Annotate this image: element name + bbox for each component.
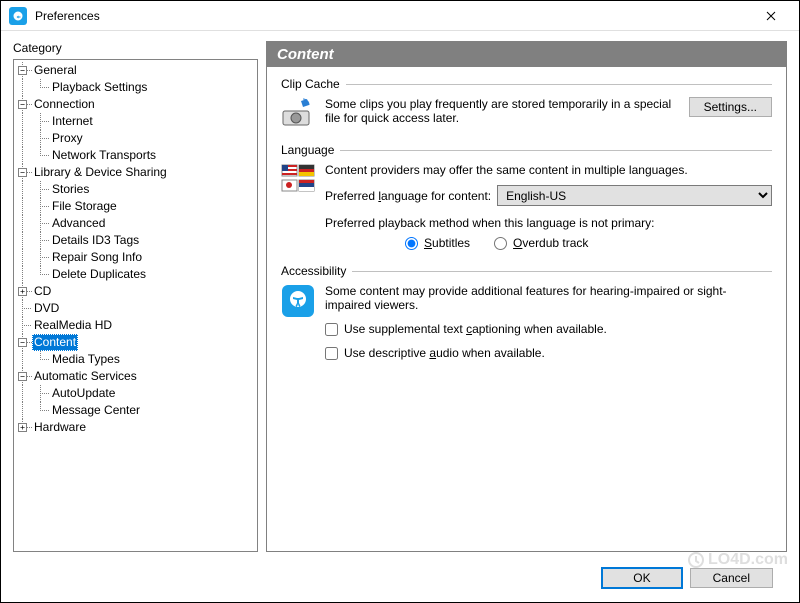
expander-icon[interactable]: + bbox=[18, 287, 27, 296]
clip-cache-text: Some clips you play frequently are store… bbox=[325, 97, 679, 125]
accessibility-group-label: Accessibility bbox=[281, 264, 346, 278]
category-label: Category bbox=[13, 41, 258, 55]
tree-proxy[interactable]: Proxy bbox=[50, 130, 85, 147]
language-group-label: Language bbox=[281, 143, 334, 157]
tree-library-sharing[interactable]: Library & Device Sharing bbox=[32, 164, 169, 181]
tree-file-storage[interactable]: File Storage bbox=[50, 198, 119, 215]
captioning-checkbox[interactable]: Use supplemental text captioning when av… bbox=[325, 322, 772, 336]
preferred-language-select[interactable]: English-US bbox=[497, 185, 772, 206]
accessibility-text: Some content may provide additional feat… bbox=[325, 284, 772, 312]
ok-button[interactable]: OK bbox=[602, 568, 681, 588]
clip-cache-settings-button[interactable]: Settings... bbox=[689, 97, 772, 117]
content-panel: Content Clip Cache Some clips you play bbox=[266, 41, 787, 552]
clip-cache-group-label: Clip Cache bbox=[281, 77, 340, 91]
expander-icon[interactable]: − bbox=[18, 338, 27, 347]
tree-details-id3[interactable]: Details ID3 Tags bbox=[50, 232, 141, 249]
app-icon bbox=[9, 7, 27, 25]
tree-repair-song[interactable]: Repair Song Info bbox=[50, 249, 144, 266]
close-button[interactable] bbox=[751, 2, 791, 30]
expander-icon[interactable]: − bbox=[18, 100, 27, 109]
subtitles-radio[interactable]: Subtitles bbox=[405, 236, 470, 250]
titlebar: Preferences bbox=[1, 1, 799, 31]
panel-title: Content bbox=[267, 42, 786, 67]
tree-delete-duplicates[interactable]: Delete Duplicates bbox=[50, 266, 148, 283]
expander-icon[interactable]: − bbox=[18, 372, 27, 381]
tree-playback-settings[interactable]: Playback Settings bbox=[50, 79, 149, 96]
preferences-window: Preferences Category −General Playback S… bbox=[0, 0, 800, 603]
tree-autoupdate[interactable]: AutoUpdate bbox=[50, 385, 117, 402]
tree-connection[interactable]: Connection bbox=[32, 96, 97, 113]
language-text: Content providers may offer the same con… bbox=[325, 163, 772, 177]
close-icon bbox=[766, 11, 776, 21]
tree-stories[interactable]: Stories bbox=[50, 181, 91, 198]
accessibility-icon bbox=[281, 284, 315, 318]
tree-automatic-services[interactable]: Automatic Services bbox=[32, 368, 139, 385]
category-tree[interactable]: −General Playback Settings −Connection I… bbox=[13, 59, 258, 552]
descriptive-audio-checkbox[interactable]: Use descriptive audio when available. bbox=[325, 346, 772, 360]
overdub-radio[interactable]: Overdub track bbox=[494, 236, 588, 250]
tree-advanced[interactable]: Advanced bbox=[50, 215, 107, 232]
flags-icon bbox=[281, 163, 315, 195]
tree-general[interactable]: General bbox=[32, 62, 79, 79]
tree-dvd[interactable]: DVD bbox=[32, 300, 61, 317]
expander-icon[interactable]: + bbox=[18, 423, 27, 432]
tree-cd[interactable]: CD bbox=[32, 283, 53, 300]
expander-icon[interactable]: − bbox=[18, 66, 27, 75]
tree-realmedia-hd[interactable]: RealMedia HD bbox=[32, 317, 114, 334]
dialog-buttons: OK Cancel bbox=[13, 558, 787, 602]
clip-cache-icon bbox=[281, 97, 315, 129]
tree-internet[interactable]: Internet bbox=[50, 113, 95, 130]
preferred-language-label: Preferred language for content: bbox=[325, 189, 491, 203]
playback-method-label: Preferred playback method when this lang… bbox=[325, 216, 772, 230]
window-title: Preferences bbox=[35, 9, 751, 23]
watermark: LO4D.com bbox=[688, 551, 788, 569]
tree-network-transports[interactable]: Network Transports bbox=[50, 147, 158, 164]
expander-icon[interactable]: − bbox=[18, 168, 27, 177]
tree-hardware[interactable]: Hardware bbox=[32, 419, 88, 436]
tree-content[interactable]: Content bbox=[32, 334, 78, 351]
tree-media-types[interactable]: Media Types bbox=[50, 351, 122, 368]
tree-message-center[interactable]: Message Center bbox=[50, 402, 142, 419]
cancel-button[interactable]: Cancel bbox=[690, 568, 773, 588]
